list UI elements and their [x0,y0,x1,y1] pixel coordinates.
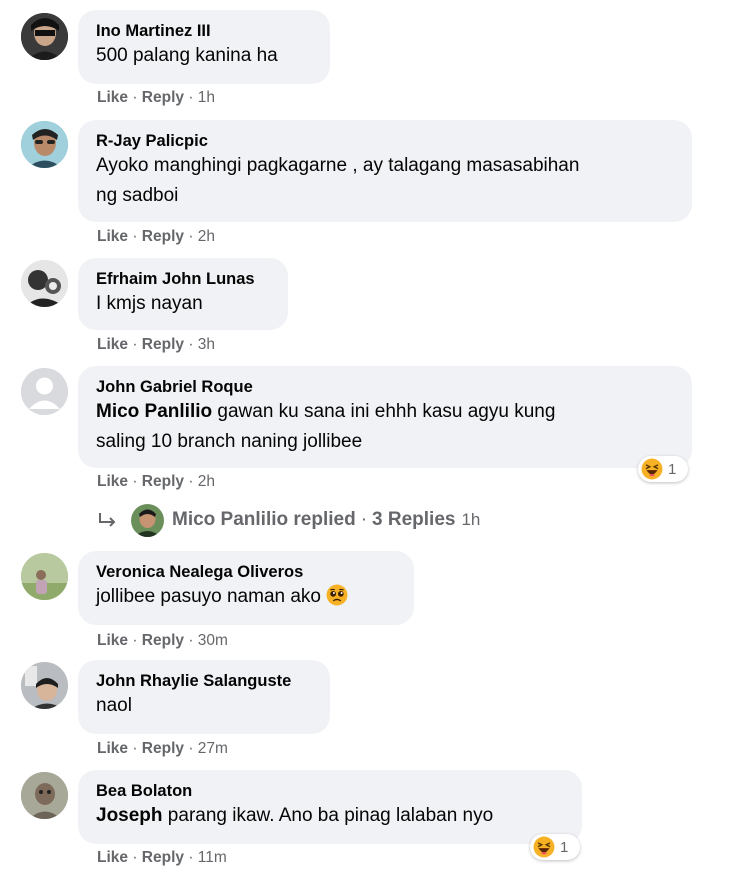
comment-author[interactable]: John Gabriel Roque [96,377,674,397]
comment-author[interactable]: R-Jay Palicpic [96,131,674,151]
reply-button[interactable]: Reply [142,849,184,866]
reply-button[interactable]: Reply [142,228,184,245]
avatar[interactable] [131,503,164,537]
comment-time[interactable]: 27m [198,740,228,757]
comment-text: jollibee pasuyo naman ako [96,582,396,612]
comment-text-line: saling 10 branch naning jollibee [96,431,363,452]
comment-text: Mico Panlilio gawan ku sana ini ehhh kas… [96,397,674,457]
reply-button[interactable]: Reply [142,473,184,490]
comment-text: Joseph parang ikaw. Ano ba pinag lalaban… [96,805,494,826]
like-button[interactable]: Like [97,632,128,649]
avatar[interactable] [21,13,68,60]
comment-actions: Like · Reply · 27m [97,740,228,757]
comment-text-line: ng sadboi [96,185,179,206]
comment-time[interactable]: 2h [198,228,215,245]
replier-name[interactable]: Mico Panlilio replied [172,509,356,531]
avatar[interactable] [21,260,68,307]
comment-actions: Like · Reply · 2h [97,228,216,245]
pleading-face-emoji-icon [326,584,348,606]
view-replies-link[interactable]: Mico Panlilio replied · 3 Replies 1h [97,503,480,537]
comment-text-line: Ayoko manghingi pagkagarne , ay talagang… [96,155,580,176]
reply-arrow-icon [99,513,116,527]
like-button[interactable]: Like [97,228,128,245]
reaction-count: 1 [668,460,677,478]
comment-time[interactable]: 1h [198,89,215,106]
comment-bubble: Veronica Nealega Oliveros jollibee pasuy… [78,551,414,625]
reply-button[interactable]: Reply [142,740,184,757]
comment-author[interactable]: Bea Bolaton [96,781,564,801]
reply-time: 1h [461,510,481,529]
avatar[interactable] [21,368,68,415]
comment-text: I kmjs nayan [96,293,203,314]
comment-actions: Like · Reply · 1h [97,89,216,106]
comment-time[interactable]: 3h [198,336,215,353]
comment-bubble: R-Jay Palicpic Ayoko manghingi pagkagarn… [78,120,692,222]
comment-time[interactable]: 2h [198,473,215,490]
comment-author[interactable]: Efrhaim John Lunas [96,269,270,289]
comment-actions: Like · Reply · 11m [97,849,227,866]
comment-actions: Like · Reply · 30m [97,632,228,649]
comment-actions: Like · Reply · 2h [97,473,216,490]
reply-button[interactable]: Reply [142,89,184,106]
reaction-count: 1 [560,838,569,856]
reply-button[interactable]: Reply [142,632,184,649]
comment-text: Ayoko manghingi pagkagarne , ay talagang… [96,151,674,211]
haha-emoji-icon [641,458,663,480]
comment-text: naol [96,695,132,716]
comment-time[interactable]: 11m [198,849,227,866]
comment-time[interactable]: 30m [198,632,228,649]
reaction-badge[interactable]: 1 [638,456,688,482]
comment-author[interactable]: Veronica Nealega Oliveros [96,562,396,582]
comment-text: 500 palang kanina ha [96,45,278,66]
reply-button[interactable]: Reply [142,336,184,353]
comment-bubble: John Gabriel Roque Mico Panlilio gawan k… [78,366,692,468]
like-button[interactable]: Like [97,849,128,866]
avatar[interactable] [21,772,68,819]
like-button[interactable]: Like [97,336,128,353]
avatar[interactable] [21,553,68,600]
like-button[interactable]: Like [97,89,128,106]
mention-link[interactable]: Mico Panlilio [96,401,212,422]
avatar[interactable] [21,662,68,709]
comment-bubble: Bea Bolaton Joseph parang ikaw. Ano ba p… [78,770,582,844]
avatar[interactable] [21,121,68,168]
comment-author[interactable]: John Rhaylie Salanguste [96,671,312,691]
like-button[interactable]: Like [97,473,128,490]
comment-bubble: Ino Martinez III 500 palang kanina ha [78,10,330,84]
reaction-badge[interactable]: 1 [530,834,580,860]
comment-bubble: John Rhaylie Salanguste naol [78,660,330,734]
comment-author[interactable]: Ino Martinez III [96,21,312,41]
mention-link[interactable]: Joseph [96,805,163,826]
haha-emoji-icon [533,836,555,858]
comment-actions: Like · Reply · 3h [97,336,216,353]
comment-bubble: Efrhaim John Lunas I kmjs nayan [78,258,288,330]
reply-count[interactable]: 3 Replies [372,509,455,531]
comment-text-line: Mico Panlilio gawan ku sana ini ehhh kas… [96,401,556,422]
like-button[interactable]: Like [97,740,128,757]
